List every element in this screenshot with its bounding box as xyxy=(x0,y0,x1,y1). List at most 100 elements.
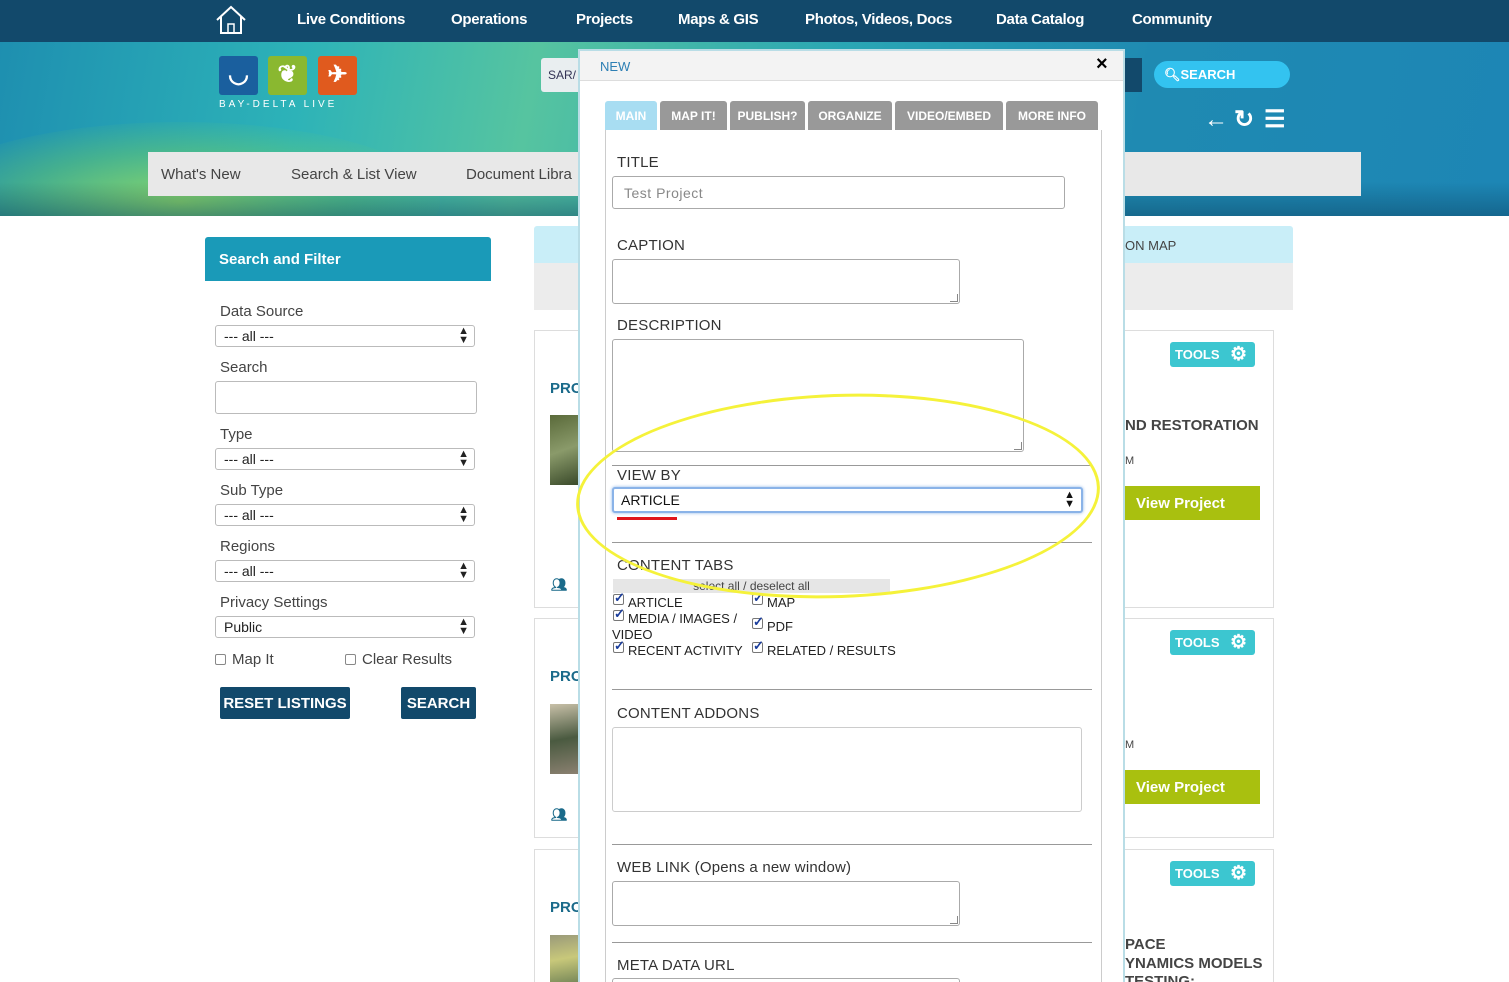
resize-handle-icon[interactable] xyxy=(1014,442,1022,450)
subtype-value: --- all --- xyxy=(224,507,274,523)
project-thumbnail[interactable] xyxy=(550,935,578,982)
resize-handle-icon[interactable] xyxy=(950,916,958,924)
content-addons-area[interactable] xyxy=(612,727,1082,812)
regions-value: --- all --- xyxy=(224,563,274,579)
project-thumbnail[interactable] xyxy=(550,415,578,485)
content-tab-recent-activity-label: RECENT ACTIVITY xyxy=(628,643,743,658)
nav-data-catalog[interactable]: Data Catalog xyxy=(996,11,1084,28)
select-arrows-icon: ▲ ▼ xyxy=(458,448,469,469)
tools-label: TOOLS xyxy=(1175,635,1220,650)
subnav-search-list-view[interactable]: Search & List View xyxy=(291,166,417,183)
search-filter-heading: Search and Filter xyxy=(205,237,491,281)
people-icon: 👥︎ xyxy=(551,807,568,822)
new-item-modal: NEW × MAIN MAP IT! PUBLISH? ORGANIZE VID… xyxy=(578,49,1125,982)
nav-projects[interactable]: Projects xyxy=(576,11,633,28)
content-tab-recent-activity-checkbox[interactable] xyxy=(613,638,625,654)
caption-textarea[interactable] xyxy=(612,259,960,304)
people-icon: 👥︎ xyxy=(551,577,568,592)
data-source-select[interactable]: --- all --- ▲ ▼ xyxy=(215,325,475,347)
view-by-label: VIEW BY xyxy=(617,467,681,484)
description-textarea[interactable] xyxy=(612,339,1024,452)
content-tab-media-checkbox[interactable] xyxy=(613,606,625,622)
gear-icon: ⚙ xyxy=(1229,344,1247,365)
nav-community[interactable]: Community xyxy=(1132,11,1212,28)
meta-data-url-label: META DATA URL xyxy=(617,957,735,974)
refresh-icon[interactable]: ↻ xyxy=(1234,107,1254,133)
search-icon: 🔍︎ xyxy=(1164,67,1181,82)
card-title-line3: TESTING: xyxy=(1125,973,1195,982)
privacy-select[interactable]: Public ▲ ▼ xyxy=(215,616,475,638)
content-tab-map-checkbox[interactable] xyxy=(752,590,764,606)
subnav-document-library[interactable]: Document Libra xyxy=(466,166,572,183)
bird-icon: ✈ xyxy=(318,56,357,95)
close-icon[interactable]: × xyxy=(1096,53,1108,76)
nav-operations[interactable]: Operations xyxy=(451,11,527,28)
tab-more-info[interactable]: MORE INFO xyxy=(1006,101,1098,130)
card-title: PACE xyxy=(1125,936,1166,953)
resize-handle-icon[interactable] xyxy=(950,294,958,302)
subtype-select[interactable]: --- all --- ▲ ▼ xyxy=(215,504,475,526)
validation-underline xyxy=(617,517,677,520)
divider xyxy=(612,689,1092,690)
filter-search-button[interactable]: SEARCH xyxy=(401,687,476,719)
subnav-whats-new[interactable]: What's New xyxy=(161,166,241,183)
content-tab-related-checkbox[interactable] xyxy=(752,638,764,654)
home-icon[interactable] xyxy=(214,3,248,37)
select-all-toggle[interactable]: select all / deselect all xyxy=(613,579,890,593)
divider xyxy=(612,942,1092,943)
content-tab-map-label: MAP xyxy=(767,595,796,610)
map-it-checkbox[interactable] xyxy=(215,654,226,665)
top-nav: Live Conditions Operations Projects Maps… xyxy=(0,0,1509,42)
tab-video-embed[interactable]: VIDEO/EMBED xyxy=(895,101,1003,130)
site-search-input[interactable]: SAR/ xyxy=(541,58,581,92)
on-map-tab[interactable]: ON MAP xyxy=(1125,238,1176,253)
tools-button[interactable]: TOOLS ⚙ xyxy=(1170,342,1255,367)
nav-live-conditions[interactable]: Live Conditions xyxy=(297,11,405,28)
meta-data-url-input[interactable] xyxy=(612,978,960,982)
list-icon[interactable]: ☰ xyxy=(1264,107,1286,133)
data-source-label: Data Source xyxy=(220,303,304,320)
leaf-icon: ❦ xyxy=(268,56,307,95)
reset-listings-button[interactable]: RESET LISTINGS xyxy=(220,687,350,719)
select-arrows-icon: ▲ ▼ xyxy=(458,560,469,581)
tab-organize[interactable]: ORGANIZE xyxy=(808,101,892,130)
tab-map-it[interactable]: MAP IT! xyxy=(660,101,727,130)
map-it-label: Map It xyxy=(232,651,274,668)
nav-maps-gis[interactable]: Maps & GIS xyxy=(678,11,759,28)
nav-photos-videos-docs[interactable]: Photos, Videos, Docs xyxy=(805,11,952,28)
content-tab-article-checkbox[interactable] xyxy=(613,590,625,606)
project-thumbnail[interactable] xyxy=(550,704,578,774)
card-meta: M xyxy=(1125,455,1135,467)
main-tab-panel xyxy=(605,130,1102,982)
tab-publish[interactable]: PUBLISH? xyxy=(730,101,805,130)
content-tab-pdf-checkbox[interactable] xyxy=(752,614,764,630)
tools-button[interactable]: TOOLS ⚙ xyxy=(1170,861,1255,886)
description-label: DESCRIPTION xyxy=(617,317,722,334)
search-label: Search xyxy=(220,359,268,376)
back-arrow-icon[interactable]: ← xyxy=(1204,107,1228,133)
web-link-textarea[interactable] xyxy=(612,881,960,926)
tab-main[interactable]: MAIN xyxy=(605,101,657,130)
tools-button[interactable]: TOOLS ⚙ xyxy=(1170,630,1255,655)
type-select[interactable]: --- all --- ▲ ▼ xyxy=(215,448,475,470)
content-tab-related-label: RELATED / RESULTS xyxy=(767,643,896,658)
filter-search-input[interactable] xyxy=(215,381,477,414)
select-arrows-icon: ▲ ▼ xyxy=(1064,489,1075,510)
content-tab-article-label: ARTICLE xyxy=(628,595,683,610)
content-tabs-label: CONTENT TABS xyxy=(617,557,734,574)
view-by-select[interactable]: ARTICLE ▲ ▼ xyxy=(612,487,1083,513)
clear-results-checkbox[interactable] xyxy=(345,654,356,665)
view-project-button[interactable]: View Project xyxy=(1124,486,1260,520)
regions-select[interactable]: --- all --- ▲ ▼ xyxy=(215,560,475,582)
subtype-label: Sub Type xyxy=(220,482,284,499)
title-input[interactable]: Test Project xyxy=(612,176,1065,209)
divider xyxy=(612,844,1092,845)
content-addons-label: CONTENT ADDONS xyxy=(617,705,760,722)
privacy-label: Privacy Settings xyxy=(220,594,328,611)
web-link-label: WEB LINK (Opens a new window) xyxy=(617,859,852,876)
site-search-button[interactable]: 🔍︎SEARCH xyxy=(1154,61,1290,88)
select-arrows-icon: ▲ ▼ xyxy=(458,504,469,525)
view-project-button[interactable]: View Project xyxy=(1124,770,1260,804)
content-tab-media-label: MEDIA / IMAGES / xyxy=(628,611,738,626)
modal-header: NEW × xyxy=(580,51,1123,81)
